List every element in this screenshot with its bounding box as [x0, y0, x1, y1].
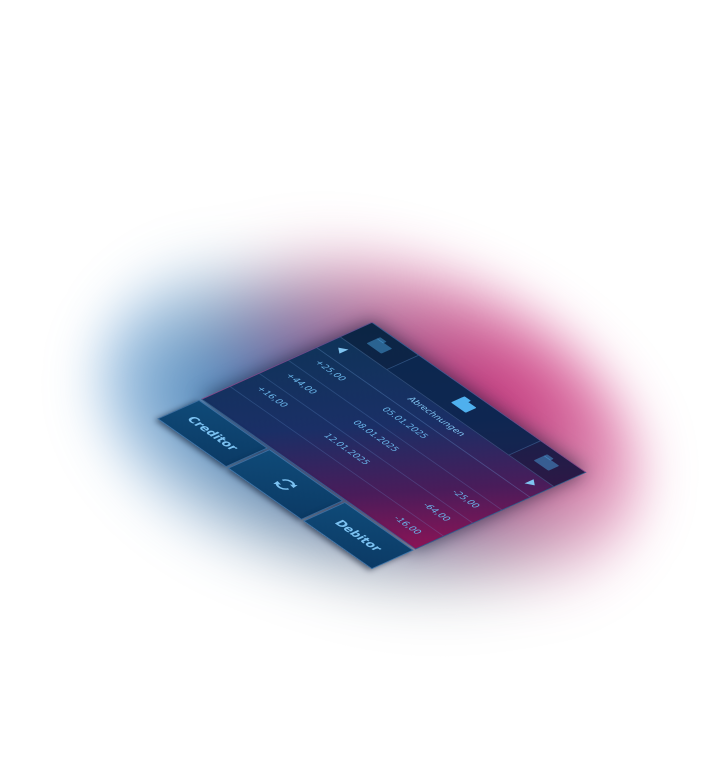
arrow-right-icon[interactable] — [524, 479, 540, 488]
refresh-icon — [268, 475, 303, 495]
value: -64,00 — [419, 502, 453, 523]
folder-icon — [366, 338, 393, 354]
value: -25,00 — [448, 488, 482, 510]
isometric-app: Abrechnungen +25,00 05.01.2025 +44,00 08… — [99, 322, 587, 594]
value: -16,00 — [390, 515, 424, 536]
folder-icon — [533, 455, 560, 471]
arrow-left-icon[interactable] — [333, 345, 349, 354]
folder-icon — [450, 397, 477, 413]
isometric-stage: Abrechnungen +25,00 05.01.2025 +44,00 08… — [0, 0, 709, 780]
transactions-panel: Abrechnungen +25,00 05.01.2025 +44,00 08… — [200, 322, 587, 550]
